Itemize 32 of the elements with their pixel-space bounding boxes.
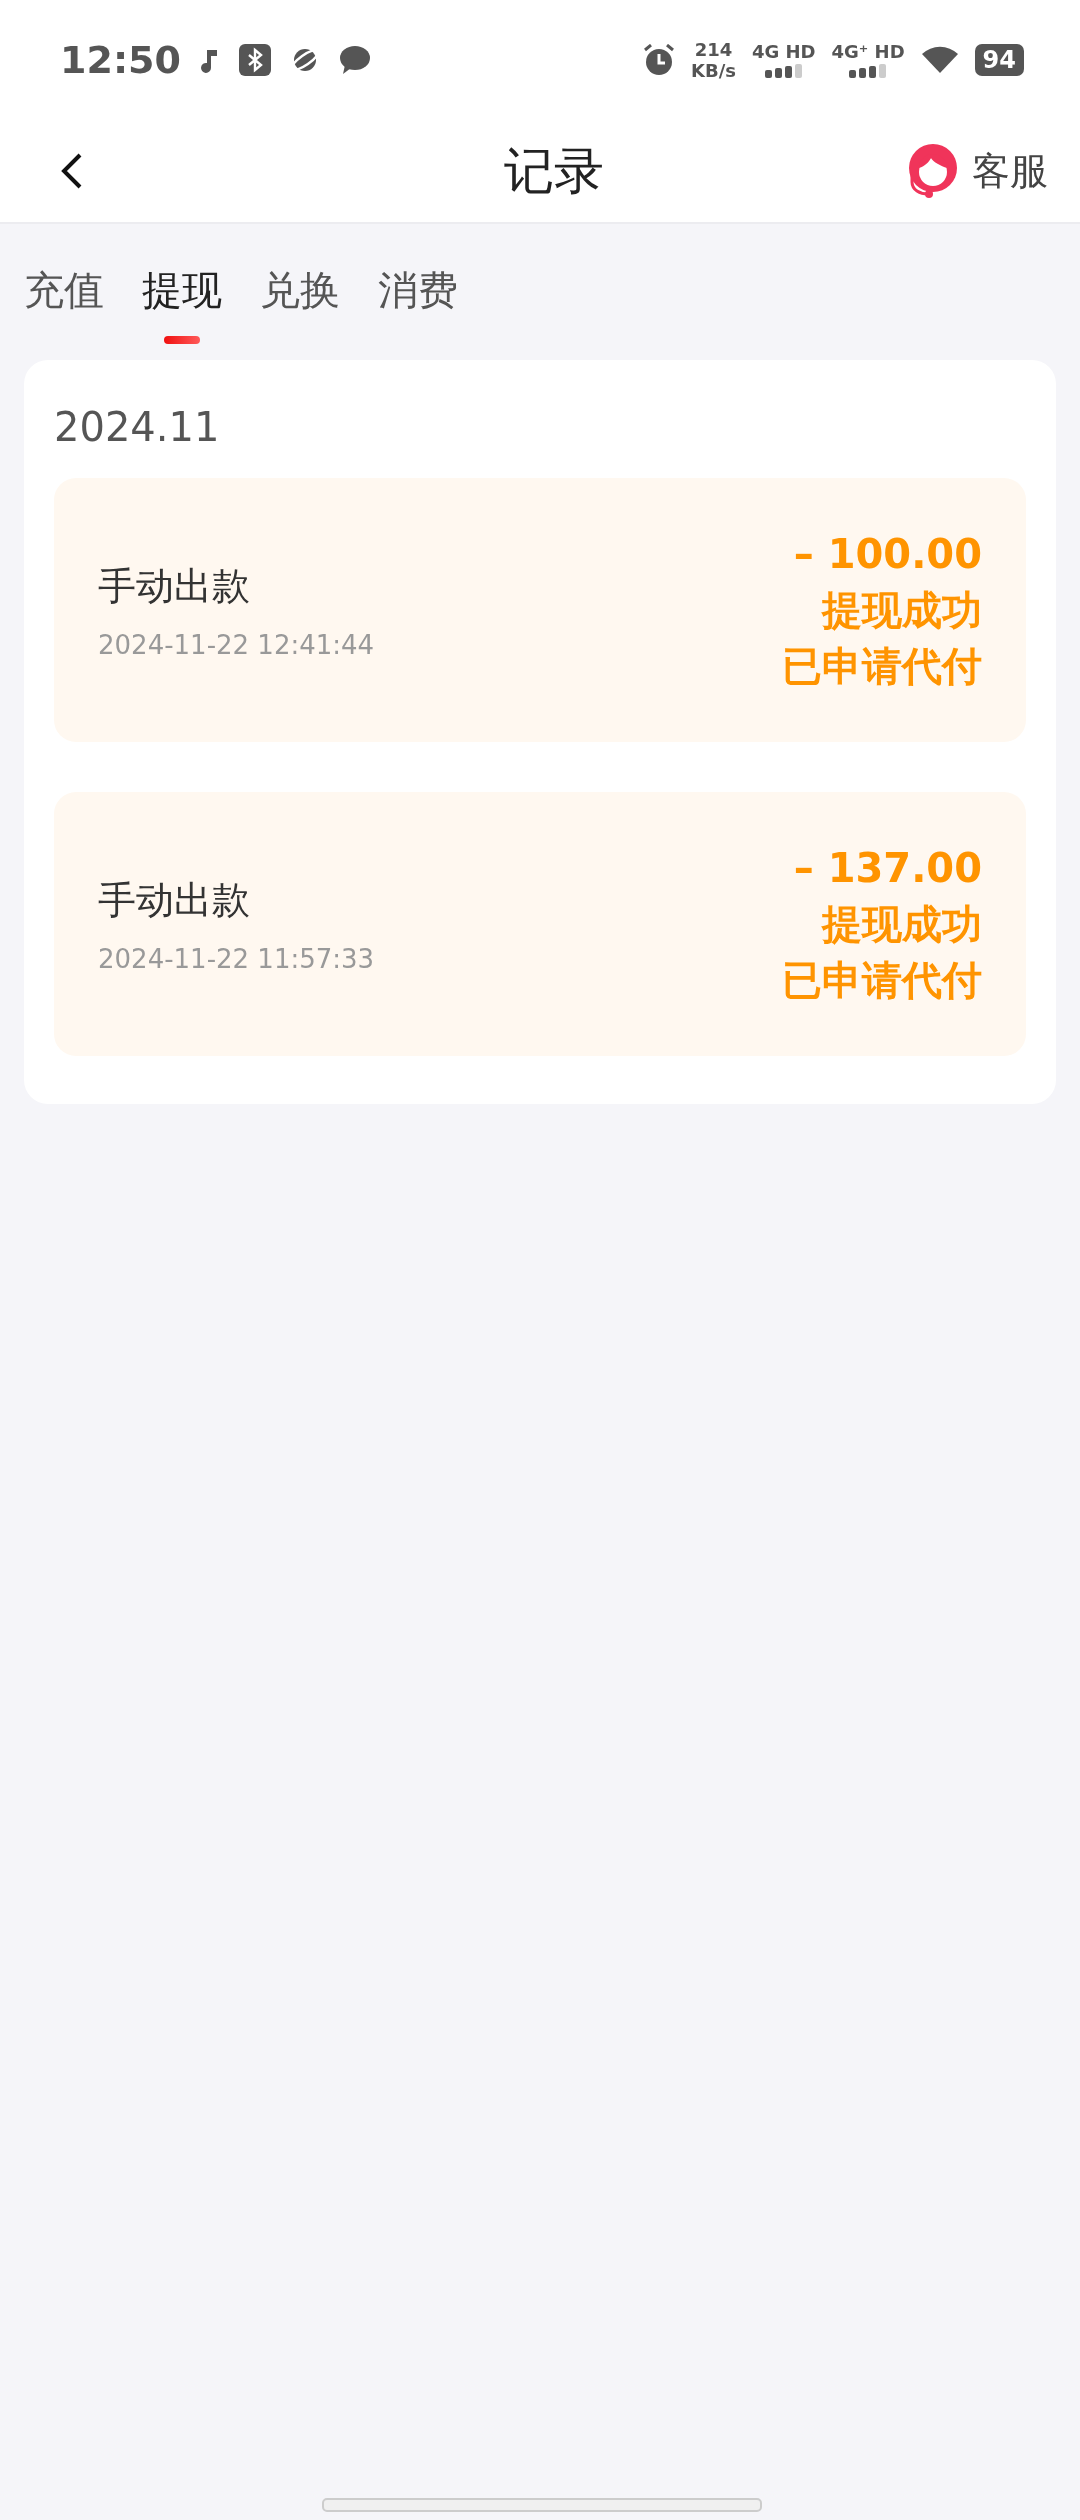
- record-note: 已申请代付: [782, 642, 982, 690]
- alarm-clock-icon: [642, 44, 675, 76]
- speed-unit: KB/s: [690, 61, 736, 80]
- record-title: 手动出款: [98, 876, 251, 924]
- record-amount: – 100.00: [793, 530, 982, 578]
- record-status: 提现成功: [822, 586, 982, 634]
- bluetooth-icon: [238, 44, 271, 76]
- back-button[interactable]: [60, 152, 84, 190]
- clock-time: 12:50: [60, 38, 181, 82]
- record-item[interactable]: 手动出款 2024-11-22 12:41:44 – 100.00 提现成功 已申请代付: [54, 478, 1026, 742]
- tab[interactable]: 充值: [24, 266, 104, 348]
- chat-bubble-icon: [338, 45, 371, 75]
- signal-icon: [764, 63, 803, 78]
- tab[interactable]: 兑换: [260, 266, 340, 348]
- record-amount: – 137.00: [793, 844, 982, 892]
- record-title: 手动出款: [98, 562, 251, 610]
- wifi-icon: [920, 45, 959, 75]
- month-heading: 2024.11: [54, 404, 221, 450]
- record-item[interactable]: 手动出款 2024-11-22 11:57:33 – 137.00 提现成功 已申请代付: [54, 792, 1026, 1056]
- tab[interactable]: 消费: [378, 266, 458, 348]
- battery-level: 94: [974, 44, 1024, 76]
- customer-service-link[interactable]: 客服: [902, 140, 1048, 202]
- sim-label: 4G⁺ HD: [831, 42, 905, 61]
- sim-label: 4G HD: [751, 42, 816, 61]
- record-time: 2024-11-22 11:57:33: [98, 943, 375, 974]
- record-time: 2024-11-22 12:41:44: [98, 629, 375, 660]
- signal-icon: [849, 63, 888, 78]
- page-title: 记录: [504, 140, 604, 202]
- network-speed: 214: [694, 40, 733, 59]
- record-status: 提现成功: [822, 900, 982, 948]
- tab[interactable]: 提现: [142, 266, 222, 348]
- record-note: 已申请代付: [782, 956, 982, 1004]
